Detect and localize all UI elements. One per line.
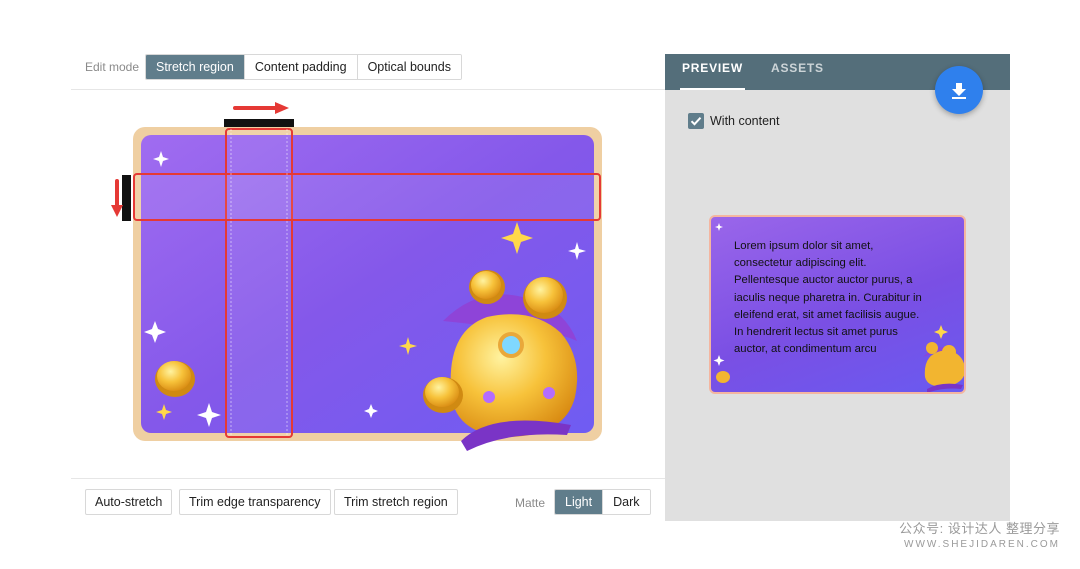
coin-left bbox=[155, 361, 195, 397]
with-content-checkbox[interactable] bbox=[688, 113, 704, 129]
preview-sample-text: Lorem ipsum dolor sit amet, consectetur … bbox=[734, 240, 922, 356]
watermark-line-1: 公众号: 设计达人 整理分享 bbox=[899, 521, 1060, 536]
matte-segmented-control: Light Dark bbox=[554, 489, 651, 515]
stretch-region-button[interactable]: Stretch region bbox=[146, 55, 244, 79]
edit-mode-label: Edit mode bbox=[85, 60, 140, 74]
tab-assets[interactable]: ASSETS bbox=[771, 54, 824, 90]
horizontal-arrow bbox=[233, 102, 289, 114]
stretch-tools-toolbar: Auto-stretch Trim edge transparency Trim… bbox=[71, 478, 665, 521]
optical-bounds-button[interactable]: Optical bounds bbox=[356, 55, 461, 79]
edit-mode-toolbar: Edit mode Stretch region Content padding… bbox=[71, 44, 665, 90]
nine-patch-image bbox=[111, 102, 602, 451]
edit-mode-segmented-control: Stretch region Content padding Optical b… bbox=[145, 54, 462, 80]
trim-edge-transparency-button[interactable]: Trim edge transparency bbox=[179, 489, 331, 515]
vertical-arrow bbox=[111, 179, 123, 217]
matte-label: Matte bbox=[515, 496, 546, 510]
auto-stretch-button[interactable]: Auto-stretch bbox=[85, 489, 173, 515]
download-button[interactable] bbox=[935, 66, 983, 114]
matte-light-button[interactable]: Light bbox=[555, 490, 603, 514]
nine-patch-editor: Edit mode Stretch region Content padding… bbox=[71, 44, 665, 521]
download-icon bbox=[952, 83, 966, 99]
matte-dark-button[interactable]: Dark bbox=[602, 490, 650, 514]
horizontal-stretch-marker bbox=[224, 119, 294, 127]
image-canvas[interactable] bbox=[71, 91, 665, 477]
watermark-line-2: WWW.SHEJIDAREN.COM bbox=[904, 539, 1060, 550]
with-content-label: With content bbox=[710, 114, 780, 128]
tab-preview[interactable]: PREVIEW bbox=[680, 54, 745, 90]
trim-stretch-region-button[interactable]: Trim stretch region bbox=[334, 489, 458, 515]
checkmark-icon bbox=[690, 117, 702, 126]
preview-card: Lorem ipsum dolor sit amet, consectetur … bbox=[709, 215, 966, 394]
horizontal-stretch-band bbox=[133, 173, 601, 221]
content-padding-button[interactable]: Content padding bbox=[243, 55, 357, 79]
watermark: 公众号: 设计达人 整理分享 WWW.SHEJIDAREN.COM bbox=[899, 518, 1060, 550]
preview-panel: PREVIEW ASSETS With content Lorem ipsum … bbox=[665, 54, 1010, 521]
vertical-stretch-marker bbox=[122, 175, 131, 221]
